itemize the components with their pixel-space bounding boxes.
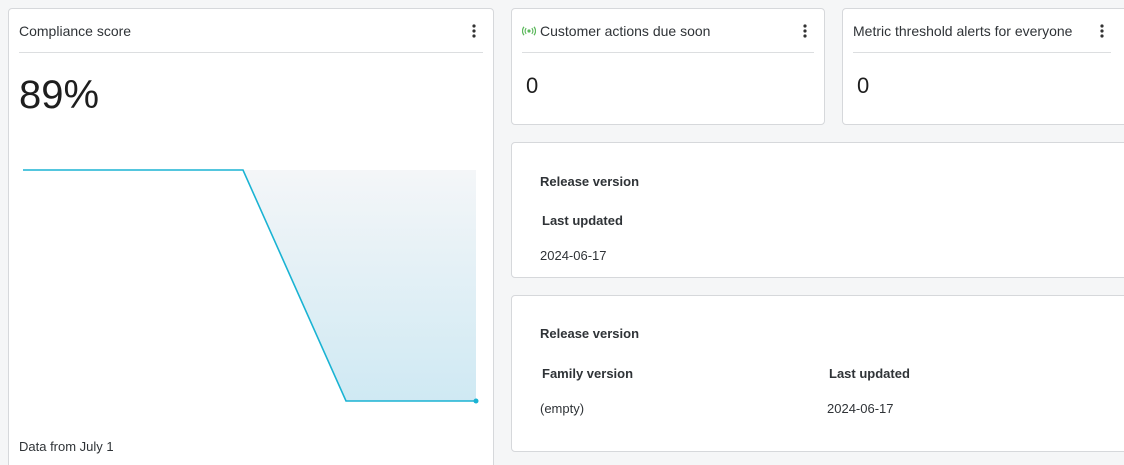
release-version-heading: Release version <box>540 326 640 341</box>
release-version-heading: Release version <box>540 174 640 189</box>
trend-point <box>473 398 479 404</box>
compliance-score-card: Compliance score 89% Data from July 1 <box>8 8 494 465</box>
compliance-footer: Data from July 1 <box>19 439 114 454</box>
compliance-trend-chart <box>23 169 479 404</box>
last-updated-value: 2024-06-17 <box>827 401 894 416</box>
customer-actions-more-options-icon[interactable] <box>796 19 814 43</box>
compliance-score-value: 89% <box>19 73 100 117</box>
metric-alerts-header: Metric threshold alerts for everyone <box>853 9 1111 53</box>
customer-actions-card: Customer actions due soon 0 <box>511 8 825 125</box>
customer-actions-title: Customer actions due soon <box>540 22 711 39</box>
release-version-card: Release version Last updated 2024-06-17 <box>511 142 1124 278</box>
compliance-score-title: Compliance score <box>19 22 132 39</box>
live-signal-icon <box>522 25 536 36</box>
family-version-label: Family version <box>542 366 634 381</box>
release-family-card: Release version Family version (empty) L… <box>511 295 1124 452</box>
metric-alerts-card: Metric threshold alerts for everyone 0 <box>842 8 1124 125</box>
metric-alerts-value: 0 <box>857 73 870 98</box>
last-updated-label: Last updated <box>829 366 910 381</box>
compliance-score-header: Compliance score <box>19 9 483 53</box>
metric-alerts-title: Metric threshold alerts for everyone <box>853 22 1073 39</box>
last-updated-label: Last updated <box>542 213 623 228</box>
customer-actions-value: 0 <box>526 73 539 98</box>
customer-actions-header: Customer actions due soon <box>522 9 814 53</box>
family-version-value: (empty) <box>540 401 585 416</box>
trend-area <box>243 170 476 401</box>
customer-actions-title-wrap: Customer actions due soon <box>522 23 710 39</box>
metric-alerts-more-options-icon[interactable] <box>1093 19 1111 43</box>
last-updated-value: 2024-06-17 <box>540 248 607 263</box>
compliance-more-options-icon[interactable] <box>465 19 483 43</box>
